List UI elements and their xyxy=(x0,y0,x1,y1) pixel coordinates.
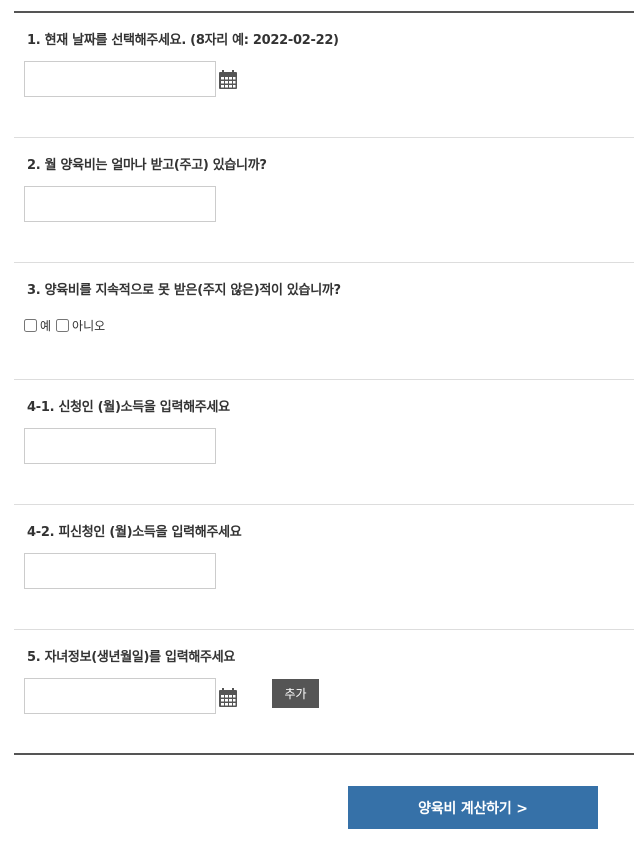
option-yes[interactable]: 예 xyxy=(24,317,51,334)
question-4-1-label: 4-1. 신청인 (월)소득을 입력해주세요 xyxy=(27,400,230,415)
bottom-rule xyxy=(14,753,634,755)
section-divider xyxy=(14,629,634,630)
unpaid-history-options: 예 아니오 xyxy=(24,317,110,334)
option-yes-label: 예 xyxy=(40,319,52,333)
question-3-label: 3. 양육비를 지속적으로 못 받은(주지 않은)적이 있습니까? xyxy=(27,283,341,298)
respondent-income-input[interactable] xyxy=(24,553,216,589)
add-child-button[interactable]: 추가 xyxy=(272,679,319,708)
applicant-income-input[interactable] xyxy=(24,428,216,464)
section-divider xyxy=(14,504,634,505)
question-5-label: 5. 자녀정보(생년월일)를 입력해주세요 xyxy=(27,650,236,665)
option-no[interactable]: 아니오 xyxy=(56,317,105,334)
section-divider xyxy=(14,137,634,138)
question-2-label: 2. 월 양육비는 얼마나 받고(주고) 있습니까? xyxy=(27,158,267,173)
monthly-support-input[interactable] xyxy=(24,186,216,222)
no-checkbox[interactable] xyxy=(56,319,70,332)
child-birthdate-input[interactable] xyxy=(24,678,216,714)
current-date-input[interactable] xyxy=(24,61,216,97)
section-divider xyxy=(14,262,634,263)
question-4-2-label: 4-2. 피신청인 (월)소득을 입력해주세요 xyxy=(27,525,242,540)
calendar-icon[interactable] xyxy=(219,688,237,707)
question-1-label: 1. 현재 날짜를 선택해주세요. (8자리 예: 2022-02-22) xyxy=(27,33,339,48)
calculate-support-button[interactable]: 양육비 계산하기 > xyxy=(348,786,598,829)
yes-checkbox[interactable] xyxy=(24,319,37,332)
top-rule xyxy=(14,11,634,13)
option-no-label: 아니오 xyxy=(72,319,106,333)
calendar-icon[interactable] xyxy=(219,70,237,89)
section-divider xyxy=(14,379,634,380)
